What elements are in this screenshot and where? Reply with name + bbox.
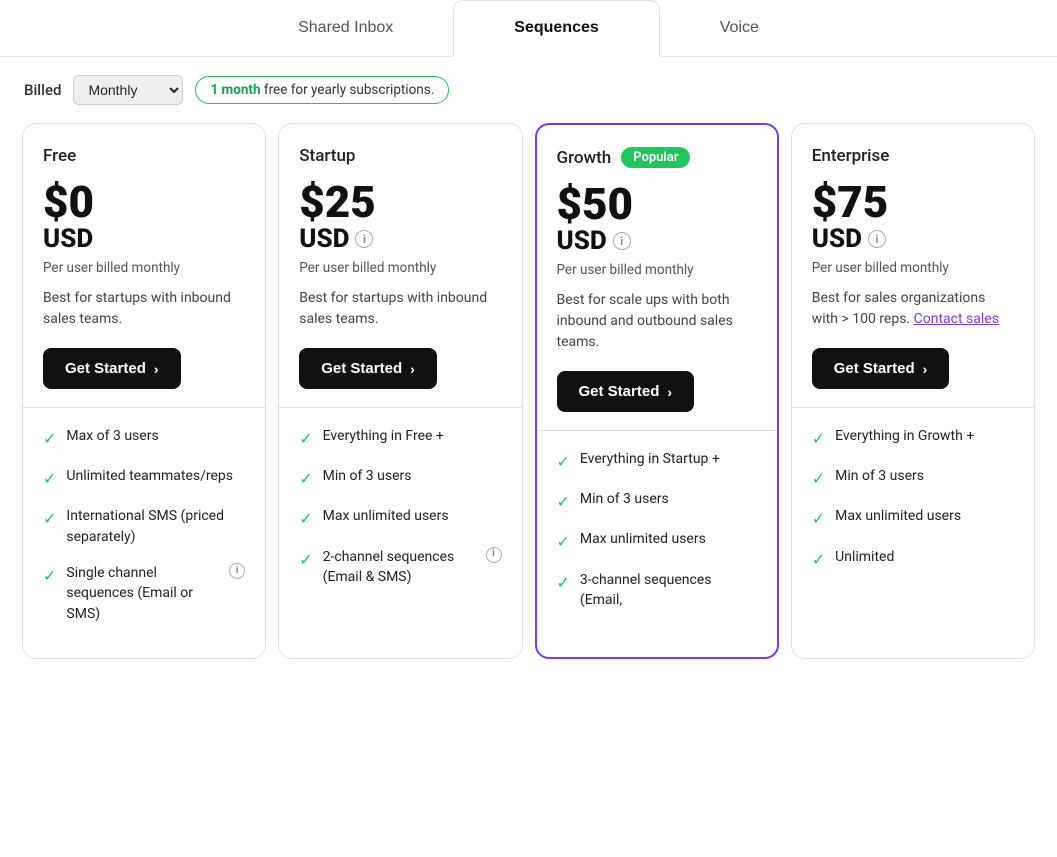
check-icon: ✓: [299, 427, 312, 450]
top-navigation: Shared Inbox Sequences Voice: [0, 0, 1057, 57]
yearly-promo-badge: 1 month free for yearly subscriptions.: [195, 76, 449, 104]
feature-startup-3: ✓ Max unlimited users: [299, 506, 501, 530]
feature-info-icon-startup[interactable]: i: [486, 547, 502, 563]
check-icon: ✓: [812, 427, 825, 450]
plan-features-startup: ✓ Everything in Free + ✓ Min of 3 users …: [279, 408, 521, 658]
plan-features-growth: ✓ Everything in Startup + ✓ Min of 3 use…: [537, 431, 777, 657]
check-icon: ✓: [43, 507, 56, 530]
yearly-promo-highlight: 1 month: [210, 82, 260, 98]
feature-startup-2: ✓ Min of 3 users: [299, 466, 501, 490]
feature-free-2: ✓ Unlimited teammates/reps: [43, 466, 245, 490]
plan-description-enterprise: Best for sales organizations with > 100 …: [812, 288, 1014, 330]
feature-free-1: ✓ Max of 3 users: [43, 426, 245, 450]
billing-period-select[interactable]: Monthly Yearly: [73, 75, 183, 105]
plan-features-free: ✓ Max of 3 users ✓ Unlimited teammates/r…: [23, 408, 265, 658]
check-icon: ✓: [299, 467, 312, 490]
billing-label: Billed: [24, 81, 61, 99]
feature-enterprise-1: ✓ Everything in Growth +: [812, 426, 1014, 450]
plan-price-free: $0: [43, 180, 245, 224]
price-info-icon-enterprise[interactable]: i: [868, 230, 886, 248]
feature-startup-4: ✓ 2-channel sequences (Email & SMS) i: [299, 547, 501, 588]
plan-card-enterprise: Enterprise $75 USD i Per user billed mon…: [791, 123, 1035, 659]
get-started-enterprise[interactable]: Get Started ›: [812, 348, 950, 389]
check-icon: ✓: [43, 564, 56, 587]
plan-name-row-startup: Startup: [299, 146, 501, 166]
billing-row: Billed Monthly Yearly 1 month free for y…: [0, 57, 1057, 123]
plan-price-unit-startup: USD i: [299, 224, 501, 254]
plan-description-free: Best for startups with inbound sales tea…: [43, 288, 245, 330]
plan-name-startup: Startup: [299, 146, 355, 166]
plans-grid: Free $0 USD Per user billed monthly Best…: [0, 123, 1057, 675]
plan-billing-period-free: Per user billed monthly: [43, 260, 245, 276]
feature-growth-4: ✓ 3-channel sequences (Email,: [557, 570, 757, 611]
plan-name-growth: Growth: [557, 148, 612, 168]
plan-header-free: Free $0 USD Per user billed monthly Best…: [23, 124, 265, 407]
tab-shared-inbox[interactable]: Shared Inbox: [238, 1, 453, 55]
price-info-icon-startup[interactable]: i: [355, 230, 373, 248]
plan-header-enterprise: Enterprise $75 USD i Per user billed mon…: [792, 124, 1034, 407]
check-icon: ✓: [557, 571, 570, 594]
feature-growth-3: ✓ Max unlimited users: [557, 529, 757, 553]
get-started-free[interactable]: Get Started ›: [43, 348, 181, 389]
plan-name-free: Free: [43, 146, 76, 166]
feature-enterprise-4: ✓ Unlimited: [812, 547, 1014, 571]
arrow-icon-startup: ›: [410, 361, 415, 377]
plan-header-growth: Growth Popular $50 USD i Per user billed…: [537, 125, 777, 430]
yearly-promo-text: free for yearly subscriptions.: [261, 82, 435, 98]
plan-price-unit-growth: USD i: [557, 226, 757, 256]
feature-growth-2: ✓ Min of 3 users: [557, 489, 757, 513]
plan-price-unit-enterprise: USD i: [812, 224, 1014, 254]
plan-price-startup: $25: [299, 180, 501, 224]
check-icon: ✓: [299, 507, 312, 530]
check-icon: ✓: [43, 427, 56, 450]
plan-card-growth: Growth Popular $50 USD i Per user billed…: [535, 123, 779, 659]
check-icon: ✓: [299, 548, 312, 571]
tab-voice[interactable]: Voice: [660, 1, 819, 55]
plan-name-row-enterprise: Enterprise: [812, 146, 1014, 166]
check-icon: ✓: [557, 530, 570, 553]
arrow-icon-growth: ›: [667, 384, 672, 400]
plan-description-growth: Best for scale ups with both inbound and…: [557, 290, 757, 353]
feature-info-icon[interactable]: i: [229, 563, 245, 579]
get-started-startup[interactable]: Get Started ›: [299, 348, 437, 389]
plan-price-growth: $50: [557, 182, 757, 226]
plan-header-startup: Startup $25 USD i Per user billed monthl…: [279, 124, 521, 407]
plan-features-enterprise: ✓ Everything in Growth + ✓ Min of 3 user…: [792, 408, 1034, 658]
plan-card-free: Free $0 USD Per user billed monthly Best…: [22, 123, 266, 659]
feature-enterprise-3: ✓ Max unlimited users: [812, 506, 1014, 530]
check-icon: ✓: [557, 490, 570, 513]
plan-name-row-free: Free: [43, 146, 245, 166]
plan-billing-period-enterprise: Per user billed monthly: [812, 260, 1014, 276]
feature-growth-1: ✓ Everything in Startup +: [557, 449, 757, 473]
check-icon: ✓: [812, 467, 825, 490]
feature-enterprise-2: ✓ Min of 3 users: [812, 466, 1014, 490]
popular-badge: Popular: [621, 147, 690, 168]
feature-startup-1: ✓ Everything in Free +: [299, 426, 501, 450]
plan-billing-period-growth: Per user billed monthly: [557, 262, 757, 278]
plan-billing-period-startup: Per user billed monthly: [299, 260, 501, 276]
plan-card-startup: Startup $25 USD i Per user billed monthl…: [278, 123, 522, 659]
contact-sales-link[interactable]: Contact sales: [914, 311, 999, 327]
arrow-icon-free: ›: [154, 361, 159, 377]
check-icon: ✓: [557, 450, 570, 473]
plan-description-startup: Best for startups with inbound sales tea…: [299, 288, 501, 330]
tab-sequences[interactable]: Sequences: [453, 0, 659, 57]
get-started-growth[interactable]: Get Started ›: [557, 371, 695, 412]
check-icon: ✓: [812, 548, 825, 571]
check-icon: ✓: [43, 467, 56, 490]
arrow-icon-enterprise: ›: [923, 361, 928, 377]
plan-price-unit-free: USD: [43, 224, 245, 254]
feature-free-3: ✓ International SMS (priced separately): [43, 506, 245, 547]
price-info-icon-growth[interactable]: i: [613, 232, 631, 250]
feature-free-4: ✓ Single channel sequences (Email or SMS…: [43, 563, 245, 624]
plan-name-enterprise: Enterprise: [812, 146, 890, 166]
check-icon: ✓: [812, 507, 825, 530]
plan-name-row-growth: Growth Popular: [557, 147, 757, 168]
plan-price-enterprise: $75: [812, 180, 1014, 224]
